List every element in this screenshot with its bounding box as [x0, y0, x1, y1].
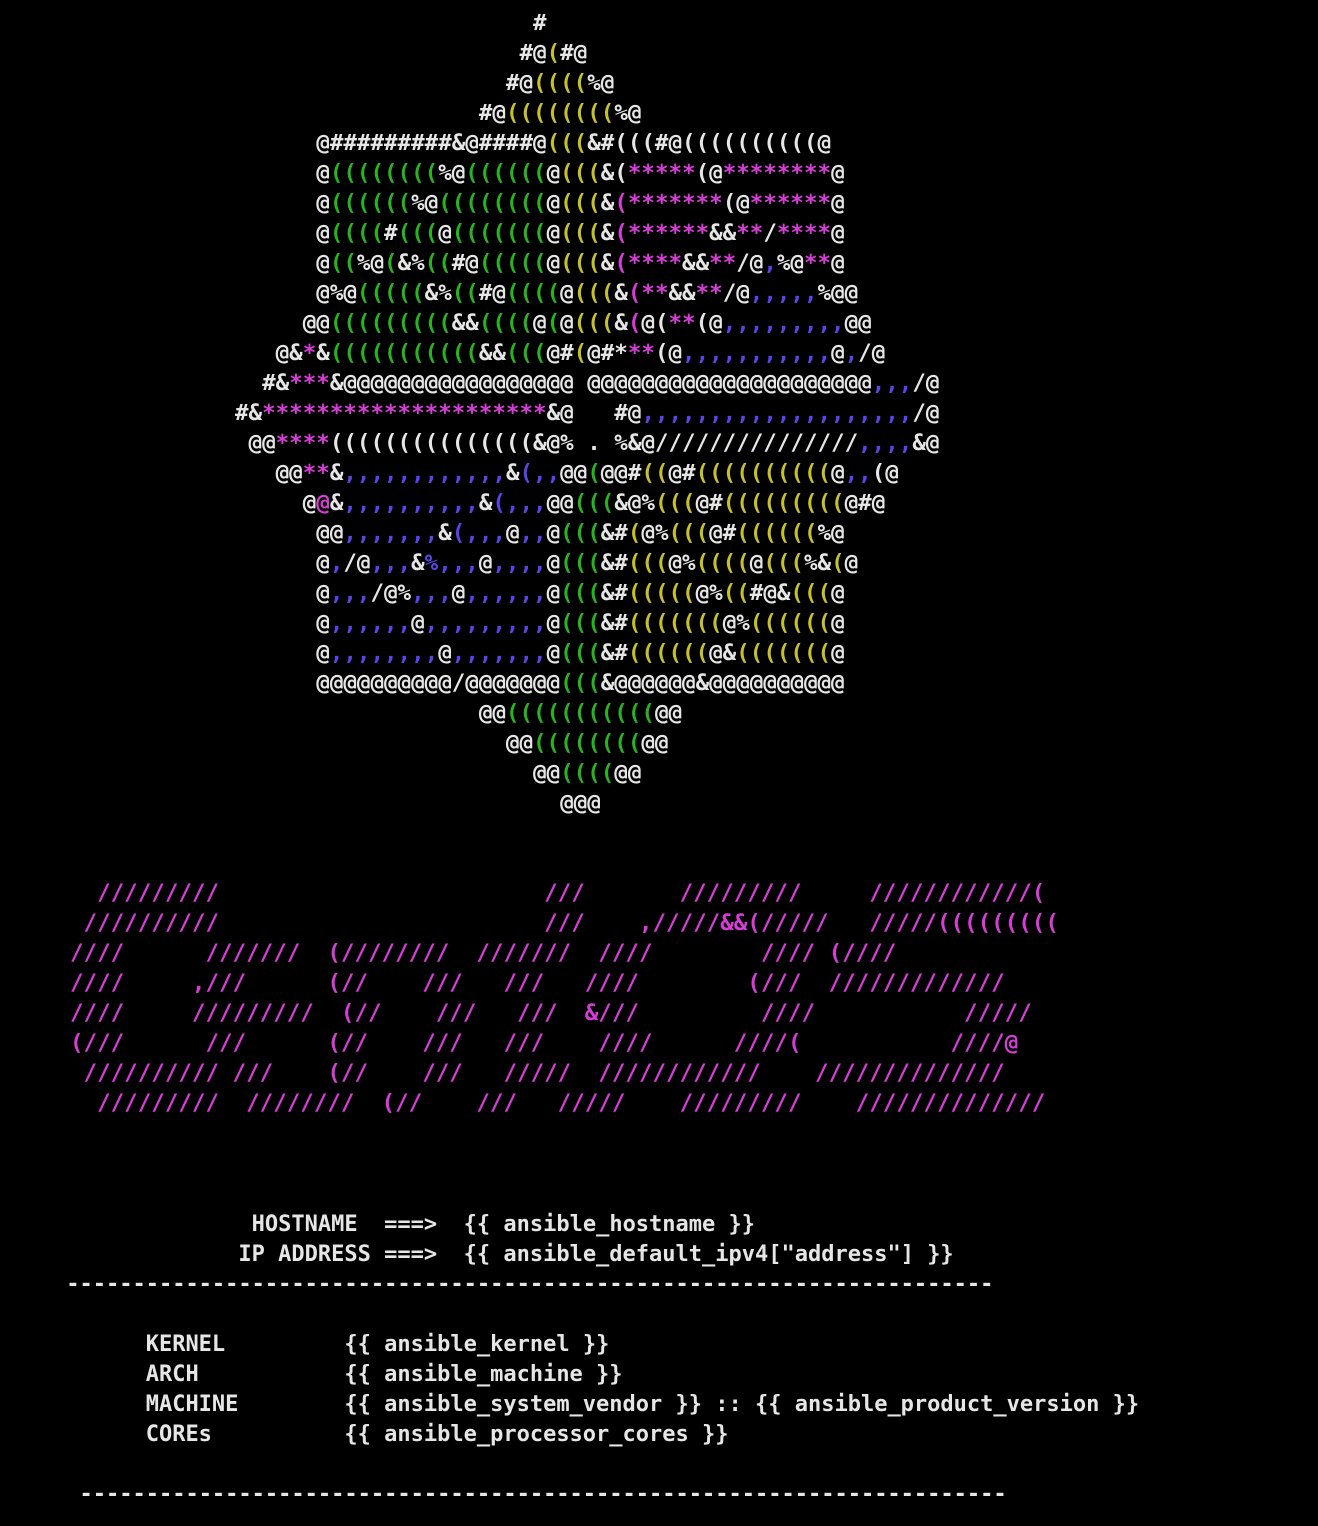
- ip-address-label: IP ADDRESS: [238, 1242, 371, 1267]
- centos-ascii-wordmark: ///////// /// ///////// ////////////( //…: [70, 880, 1059, 1116]
- system-info-panel: HOSTNAME ===> {{ ansible_hostname }} IP …: [0, 1210, 1318, 1510]
- hostname-arrow: ===>: [384, 1212, 438, 1237]
- hostname-value: {{ ansible_hostname }}: [463, 1212, 756, 1237]
- separator-top: ----------------------------------------…: [66, 1272, 994, 1297]
- kernel-value: {{ ansible_kernel }}: [344, 1332, 610, 1357]
- cores-value: {{ ansible_processor_cores }}: [344, 1422, 729, 1447]
- ip-address-arrow: ===>: [384, 1242, 438, 1267]
- centos-ascii-logo: # #@(#@ #@((((%@ #@((((((((%@ @#########…: [235, 10, 940, 816]
- hostname-label: HOSTNAME: [251, 1212, 358, 1237]
- ip-address-value: {{ ansible_default_ipv4["address"] }}: [463, 1242, 954, 1267]
- machine-value: {{ ansible_system_vendor }} :: {{ ansibl…: [344, 1392, 1140, 1417]
- separator-bottom: ----------------------------------------…: [79, 1482, 1007, 1507]
- cores-label: COREs: [145, 1422, 212, 1447]
- kernel-label: KERNEL: [145, 1332, 226, 1357]
- arch-value: {{ ansible_machine }}: [344, 1362, 623, 1387]
- machine-label: MACHINE: [145, 1392, 239, 1417]
- arch-label: ARCH: [145, 1362, 199, 1387]
- terminal-window: # #@(#@ #@((((%@ #@((((((((%@ @#########…: [0, 0, 1318, 1526]
